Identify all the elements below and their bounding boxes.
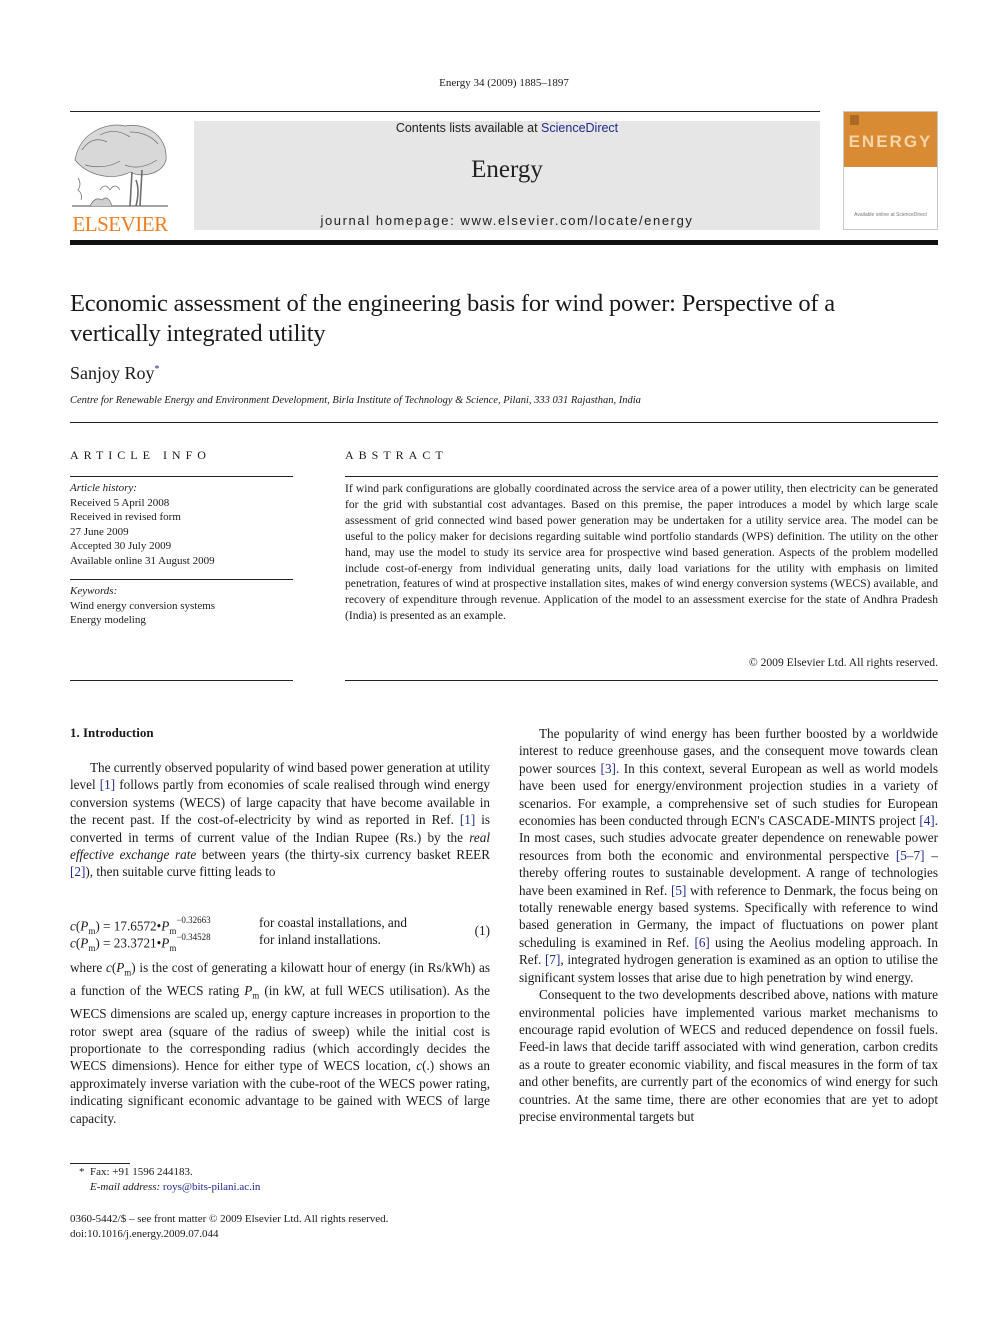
issn-line: 0360-5442/$ – see front matter © 2009 El… <box>70 1213 389 1225</box>
journal-masthead: Contents lists available at ScienceDirec… <box>194 121 820 230</box>
journal-citation: Energy 34 (2009) 1885–1897 <box>439 77 569 89</box>
author-email-link[interactable]: roys@bits-pilani.ac.in <box>163 1181 261 1193</box>
journal-cover-thumbnail[interactable]: ENERGY Available online at ScienceDirect <box>843 111 938 230</box>
doi-line[interactable]: doi:10.1016/j.energy.2009.07.044 <box>70 1227 510 1242</box>
article-info-heading: ARTICLE INFO <box>70 448 211 462</box>
keywords: Keywords: Wind energy conversion systems… <box>70 584 295 628</box>
article-info-rule <box>70 476 293 477</box>
cover-elsevier-icon <box>850 115 859 125</box>
cover-banner: ENERGY <box>844 112 937 167</box>
footnote-mark: * <box>79 1166 85 1178</box>
paragraph-text: The popularity of wind energy has been f… <box>519 726 939 985</box>
header-thick-rule <box>70 240 938 245</box>
abstract-rule <box>345 476 938 477</box>
reference-link[interactable]: [5] <box>671 883 686 898</box>
cover-footer: Available online at ScienceDirect <box>854 212 927 218</box>
journal-name: Energy <box>471 156 543 183</box>
footnote-email-label: E-mail address: <box>90 1181 161 1193</box>
equation-subscript: m <box>169 943 177 954</box>
issn-doi-block: 0360-5442/$ – see front matter © 2009 El… <box>70 1212 510 1241</box>
article-info-rule <box>70 579 293 580</box>
equation-1: c(Pm) = 17.6572•Pm−0.32663 for coastal i… <box>70 914 490 953</box>
italic-text: c <box>105 960 112 975</box>
equation-function: c <box>70 935 76 951</box>
abstract-heading: ABSTRACT <box>345 448 448 462</box>
reference-link[interactable]: [7] <box>545 952 560 967</box>
reference-link[interactable]: [6] <box>694 935 709 950</box>
article-info-rule <box>70 680 293 681</box>
subscript: m <box>252 990 260 1001</box>
abstract-text: If wind park configurations are globally… <box>345 482 938 623</box>
elsevier-logo[interactable]: ELSEVIER <box>70 120 170 236</box>
equation-exponent: −0.34528 <box>176 932 211 942</box>
journal-homepage-link[interactable]: journal homepage: www.elsevier.com/locat… <box>194 213 820 228</box>
reference-link[interactable]: [5–7] <box>896 848 925 863</box>
section-heading-introduction: 1. Introduction <box>70 725 154 740</box>
reference-link[interactable]: [2] <box>70 864 85 879</box>
body-paragraph: The currently observed popularity of win… <box>70 759 490 881</box>
corresponding-author-mark[interactable]: * <box>155 364 160 375</box>
reference-link[interactable]: [1] <box>100 777 115 792</box>
reference-link[interactable]: [1] <box>460 812 475 827</box>
italic-text: real effective exchange rate <box>70 829 490 863</box>
equation-number: (1) <box>474 923 490 938</box>
equation-subscript: m <box>88 943 96 954</box>
article-history: Article history: Received 5 April 2008 R… <box>70 481 295 568</box>
italic-text: c <box>416 1058 423 1074</box>
paragraph-text: where c(Pm) is the cost of generating a … <box>70 960 491 1126</box>
equation-row: c(Pm) = 17.6572•Pm−0.32663 for coastal i… <box>70 914 490 936</box>
history-item: 27 June 2009 <box>70 525 129 538</box>
contents-availability: Contents lists available at ScienceDirec… <box>194 121 820 135</box>
paragraph-text: The currently observed popularity of win… <box>70 760 491 880</box>
footnote-fax: Fax: +91 1596 244183. <box>90 1166 193 1178</box>
reference-link[interactable]: [4] <box>919 813 934 828</box>
subscript: m <box>124 967 132 978</box>
elsevier-tree-icon <box>72 124 168 207</box>
sciencedirect-link[interactable]: ScienceDirect <box>541 121 618 135</box>
footnote-rule <box>70 1163 130 1164</box>
history-item: Received 5 April 2008 <box>70 496 170 509</box>
keyword-item: Energy modeling <box>70 614 146 626</box>
body-column-right: The popularity of wind energy has been f… <box>519 725 938 1125</box>
author-name: Sanjoy Roy <box>70 363 155 383</box>
equation-row: c(Pm) = 23.3721•Pm−0.34528 for inland in… <box>70 931 490 953</box>
header-rule <box>70 111 820 112</box>
section-rule <box>70 422 938 423</box>
keyword-item: Wind energy conversion systems <box>70 599 216 612</box>
history-item: Accepted 30 July 2009 <box>70 540 172 552</box>
equation-exponent: −0.32663 <box>176 915 211 925</box>
elsevier-wordmark: ELSEVIER <box>72 212 168 236</box>
contents-prefix: Contents lists available at <box>395 121 542 135</box>
equation-expression: c(Pm) = 23.3721•Pm−0.34528 <box>70 932 211 954</box>
paragraph-text: Consequent to the two developments descr… <box>519 987 938 1124</box>
cover-title: ENERGY <box>848 132 933 151</box>
abstract-rule <box>345 680 938 681</box>
body-paragraph: where c(Pm) is the cost of generating a … <box>70 959 490 1127</box>
author-affiliation: Centre for Renewable Energy and Environm… <box>70 395 641 406</box>
author-line: Sanjoy Roy* <box>70 363 160 384</box>
article-history-label: Article history: <box>70 482 137 494</box>
abstract-copyright: © 2009 Elsevier Ltd. All rights reserved… <box>748 656 938 669</box>
reference-link[interactable]: [3] <box>601 761 616 776</box>
equation-description: for coastal installations, and <box>259 915 407 930</box>
history-item: Received in revised form <box>70 511 181 523</box>
article-title: Economic assessment of the engineering b… <box>70 290 835 347</box>
equation-description: for inland installations. <box>259 932 381 947</box>
keywords-label: Keywords: <box>70 585 118 597</box>
history-item: Available online 31 August 2009 <box>70 554 215 567</box>
author-footnote: * Fax: +91 1596 244183. E-mail address: … <box>70 1165 490 1195</box>
